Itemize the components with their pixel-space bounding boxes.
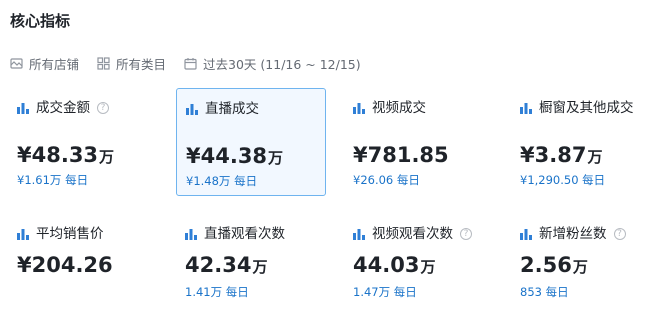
- category-filter[interactable]: 所有类目: [97, 54, 166, 73]
- card-label: 视频成交: [372, 100, 426, 116]
- card-label: 平均销售价: [36, 226, 104, 242]
- metric-card-avg-price[interactable]: 平均销售价 ¥204.26: [8, 214, 158, 322]
- card-value: 44.03万: [353, 253, 436, 277]
- card-daily-value: 1.47万 每日: [353, 285, 417, 299]
- bar-chart-icon: [353, 103, 365, 114]
- card-value: ¥48.33万: [17, 143, 115, 167]
- metric-card-live-views[interactable]: 直播观看次数 42.34万 1.41万 每日: [176, 214, 326, 322]
- filter-bar: 所有店铺 所有类目 过去30天 (11/16 ~ 12/15): [10, 54, 379, 73]
- date-filter[interactable]: 过去30天 (11/16 ~ 12/15): [184, 54, 361, 73]
- card-label: 视频观看次数: [372, 226, 453, 242]
- card-value: 42.34万: [185, 253, 268, 277]
- bar-chart-icon: [353, 229, 365, 240]
- card-value: ¥44.38万: [186, 144, 284, 168]
- card-daily-value: 1.41万 每日: [185, 285, 249, 299]
- metric-card-showcase-gmv[interactable]: 橱窗及其他成交 ¥3.87万 ¥1,290.50 每日: [511, 88, 661, 196]
- question-circle-icon[interactable]: ?: [460, 228, 472, 240]
- card-daily-value: ¥1,290.50 每日: [520, 173, 606, 187]
- card-daily-value: ¥1.61万 每日: [17, 173, 89, 187]
- date-filter-label: 过去30天 (11/16 ~ 12/15): [203, 57, 361, 72]
- card-value: ¥781.85: [353, 143, 449, 167]
- shop-filter-label: 所有店铺: [29, 57, 80, 72]
- metric-card-video-gmv[interactable]: 视频成交 ¥781.85 ¥26.06 每日: [344, 88, 494, 196]
- card-daily-value: ¥26.06 每日: [353, 173, 420, 187]
- bar-chart-icon: [520, 103, 532, 114]
- card-header: 平均销售价: [17, 224, 151, 245]
- card-header: 视频成交: [353, 98, 487, 119]
- bar-chart-icon: [186, 104, 198, 115]
- metric-card-new-followers[interactable]: 新增粉丝数 ? 2.56万 853 每日: [511, 214, 661, 322]
- card-label: 直播观看次数: [204, 226, 285, 242]
- bar-chart-icon: [17, 103, 29, 114]
- card-header: 成交金额 ?: [17, 98, 151, 119]
- question-circle-icon[interactable]: ?: [97, 102, 109, 114]
- card-value: 2.56万: [520, 253, 588, 277]
- grid-icon: [97, 57, 110, 70]
- card-label: 橱窗及其他成交: [539, 100, 634, 116]
- question-circle-icon[interactable]: ?: [613, 228, 626, 240]
- card-header: 橱窗及其他成交: [520, 98, 654, 119]
- card-label: 成交金额: [36, 100, 90, 116]
- calendar-icon: [184, 58, 197, 70]
- metric-card-live-gmv[interactable]: 直播成交 ¥44.38万 ¥1.48万 每日: [176, 88, 326, 196]
- card-header: 直播观看次数: [185, 224, 319, 245]
- bar-chart-icon: [185, 229, 197, 240]
- shop-filter[interactable]: 所有店铺: [10, 54, 79, 73]
- bar-chart-icon: [520, 229, 532, 240]
- card-daily-value: 853 每日: [520, 285, 569, 299]
- card-header: 视频观看次数 ?: [353, 224, 487, 245]
- metric-card-gmv[interactable]: 成交金额 ? ¥48.33万 ¥1.61万 每日: [8, 88, 158, 196]
- shop-icon: [10, 58, 23, 69]
- card-header: 新增粉丝数 ?: [520, 224, 654, 245]
- card-header: 直播成交: [186, 99, 320, 120]
- card-label: 直播成交: [205, 101, 259, 117]
- card-label: 新增粉丝数: [539, 226, 607, 242]
- bar-chart-icon: [17, 229, 29, 240]
- card-value: ¥3.87万: [520, 143, 603, 167]
- section-title: 核心指标: [10, 12, 71, 30]
- category-filter-label: 所有类目: [116, 57, 167, 72]
- card-daily-value: ¥1.48万 每日: [186, 174, 258, 188]
- card-value: ¥204.26: [17, 253, 113, 277]
- metric-card-video-views[interactable]: 视频观看次数 ? 44.03万 1.47万 每日: [344, 214, 494, 322]
